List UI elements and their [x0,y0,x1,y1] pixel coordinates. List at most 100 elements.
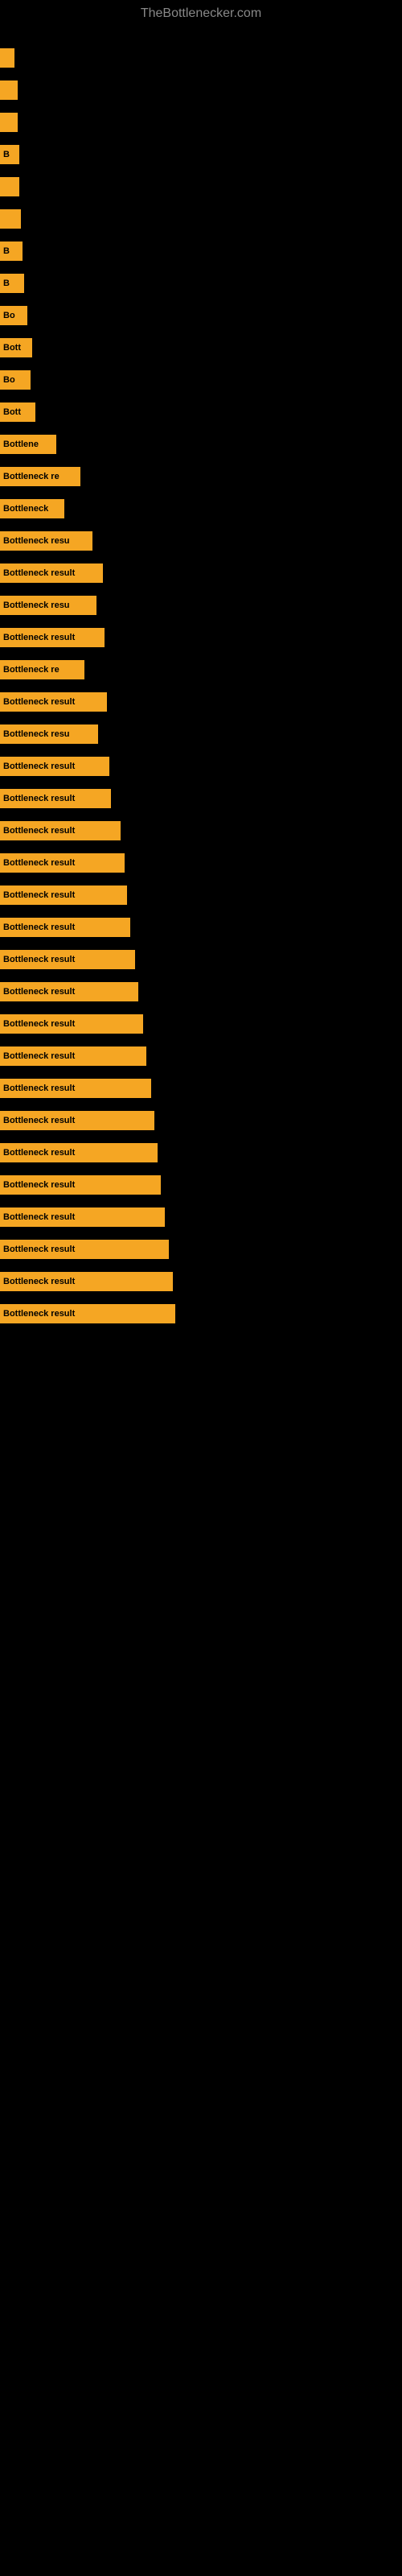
bar-label: Bottleneck result [3,890,75,900]
bar-label: Bottleneck result [3,858,75,868]
bar-label: Bo [3,311,15,320]
bar-row: Bottleneck result [0,623,402,652]
bar-row: Bott [0,398,402,427]
bar-label: B [3,279,10,288]
bar: Bottleneck result [0,982,138,1001]
bar-label: Bottleneck result [3,1180,75,1190]
bar-row: Bottleneck result [0,1042,402,1071]
bar-row: Bottleneck resu [0,720,402,749]
bar: Bottleneck re [0,467,80,486]
bar: Bottleneck result [0,789,111,808]
bar [0,113,18,132]
bar: Bo [0,370,31,390]
bar-row [0,204,402,233]
bar: Bottleneck [0,499,64,518]
bar [0,209,21,229]
bar: Bottleneck resu [0,724,98,744]
bar: Bottleneck result [0,1111,154,1130]
bar [0,177,19,196]
bar: Bottleneck result [0,628,105,647]
bar-row: Bo [0,301,402,330]
site-title: TheBottlenecker.com [0,0,402,27]
bar-row [0,76,402,105]
bar: Bottleneck resu [0,596,96,615]
bar: Bott [0,338,32,357]
bar-row: Bottleneck result [0,1203,402,1232]
bar-label: Bottleneck resu [3,536,70,546]
bar: B [0,145,19,164]
bar: Bottleneck result [0,1079,151,1098]
bar: Bottleneck re [0,660,84,679]
bar [0,80,18,100]
bar-row: Bottleneck result [0,1267,402,1296]
bar-label: Bottleneck re [3,665,59,675]
bar: Bottleneck result [0,1014,143,1034]
bar-row: Bott [0,333,402,362]
bar: Bottleneck result [0,918,130,937]
bar: Bottleneck result [0,853,125,873]
bar-label: Bottleneck resu [3,601,70,610]
bar: B [0,274,24,293]
bar: Bottleneck result [0,1304,175,1323]
bar-label: Bottleneck result [3,923,75,932]
bar-row: Bottleneck re [0,655,402,684]
bar-row: Bottleneck result [0,752,402,781]
bar-row: Bottleneck result [0,687,402,716]
bar-row: Bottleneck result [0,1074,402,1103]
bar-label: Bottleneck result [3,1212,75,1222]
bar: Bottleneck resu [0,531,92,551]
bar-label: Bottleneck result [3,1245,75,1254]
bar-label: Bott [3,407,21,417]
bar: Bottleneck result [0,564,103,583]
bar-label: B [3,246,10,256]
bar-row [0,172,402,201]
bar-row: Bottleneck result [0,1009,402,1038]
bar-row: Bottleneck result [0,1106,402,1135]
bar-row: Bottleneck result [0,1138,402,1167]
bar-label: Bottleneck re [3,472,59,481]
bar-row: Bottleneck result [0,848,402,877]
bar: Bottleneck result [0,1208,165,1227]
bar: Bottleneck result [0,1143,158,1162]
bar: B [0,242,23,261]
bar-label: Bottleneck result [3,987,75,997]
bar-row: Bottleneck re [0,462,402,491]
bar-label: Bottleneck result [3,794,75,803]
bar-row [0,108,402,137]
bar: Bottleneck result [0,1272,173,1291]
bar-row: Bottleneck result [0,559,402,588]
bar-label: Bottleneck result [3,568,75,578]
bar-row: Bottleneck resu [0,526,402,555]
bar-label: Bo [3,375,15,385]
bar-label: Bottleneck result [3,826,75,836]
bar: Bo [0,306,27,325]
bar: Bottleneck result [0,757,109,776]
bar-row: Bottleneck result [0,945,402,974]
bar-label: Bottlene [3,440,39,449]
bar-label: Bottleneck result [3,762,75,771]
bar-row: Bottleneck resu [0,591,402,620]
bar-label: Bottleneck [3,504,48,514]
bar: Bottleneck result [0,886,127,905]
bar-label: Bottleneck result [3,1084,75,1093]
bar-row: Bottleneck result [0,881,402,910]
bar-label: Bottleneck result [3,1116,75,1125]
bar: Bottleneck result [0,950,135,969]
bar: Bottlene [0,435,56,454]
bar-row: Bottleneck result [0,816,402,845]
bar-label: Bottleneck resu [3,729,70,739]
bar: Bott [0,402,35,422]
bar-label: Bottleneck result [3,1148,75,1158]
bar-row: Bottleneck result [0,977,402,1006]
bar-label: Bottleneck result [3,633,75,642]
bar-label: Bottleneck result [3,1051,75,1061]
bar-row: Bo [0,365,402,394]
bar-row: Bottleneck result [0,1299,402,1328]
bar-row: B [0,140,402,169]
bar: Bottleneck result [0,1046,146,1066]
bar-row: Bottlene [0,430,402,459]
bar-row: Bottleneck result [0,913,402,942]
bar-label: Bottleneck result [3,1277,75,1286]
bar-row: Bottleneck [0,494,402,523]
bar-row: Bottleneck result [0,1235,402,1264]
